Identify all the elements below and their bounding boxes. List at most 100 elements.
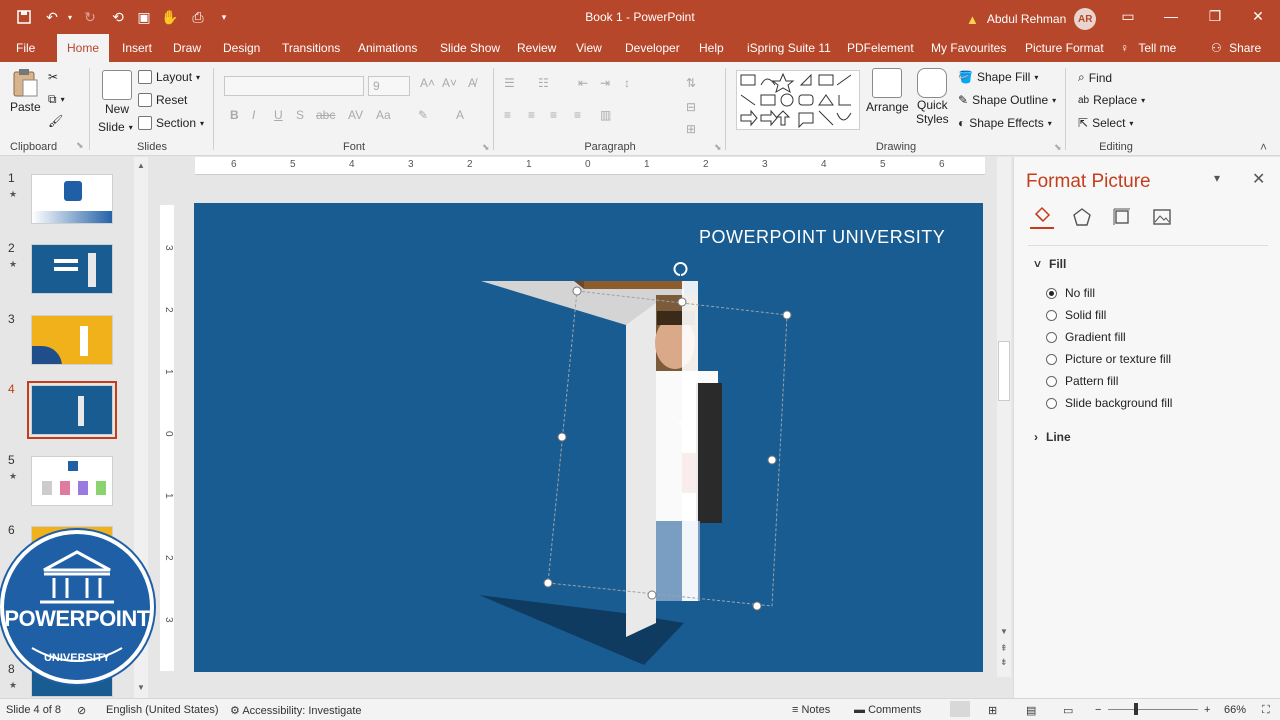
slide-thumb-3[interactable] xyxy=(31,315,113,365)
clear-formatting-icon[interactable]: A̸ xyxy=(468,76,476,90)
tab-ispring[interactable]: iSpring Suite 11 xyxy=(747,34,831,62)
pane-close-icon[interactable]: ✕ xyxy=(1252,169,1265,189)
slide-thumb-4[interactable] xyxy=(27,381,117,439)
effects-tab[interactable] xyxy=(1070,205,1094,229)
size-properties-tab[interactable] xyxy=(1110,205,1134,229)
fill-section-header[interactable]: ˅ Fill xyxy=(1034,257,1066,271)
tab-slide-show[interactable]: Slide Show xyxy=(440,34,500,62)
bold-icon[interactable]: B xyxy=(230,108,239,122)
spell-check-icon[interactable]: ⊘ xyxy=(77,704,86,717)
align-text-icon[interactable]: ⊟ xyxy=(686,100,696,114)
bullets-icon[interactable]: ☰ xyxy=(504,76,515,90)
tab-pdfelement[interactable]: PDFelement xyxy=(847,34,914,62)
text-direction-icon[interactable]: ⇅ xyxy=(686,76,696,90)
shape-fill-button[interactable]: 🪣 Shape Fill ▾ xyxy=(958,70,1038,84)
tab-my-favourites[interactable]: My Favourites xyxy=(931,34,1006,62)
accessibility-status[interactable]: ⚙ Accessibility: Investigate xyxy=(230,704,362,717)
change-case-icon[interactable]: Aa xyxy=(376,108,391,122)
tab-review[interactable]: Review xyxy=(517,34,556,62)
radio-circle[interactable] xyxy=(1046,331,1057,343)
customize-toolbar-icon[interactable]: ▾ xyxy=(214,8,234,26)
previous-slide-icon[interactable]: ⇞ xyxy=(1000,643,1008,654)
find-button[interactable]: ⌕ Find xyxy=(1078,70,1112,85)
ribbon-display-options-icon[interactable]: ▭ xyxy=(1115,6,1141,26)
line-spacing-icon[interactable]: ↕ xyxy=(624,76,630,90)
reading-view-icon[interactable]: ▤ xyxy=(1026,704,1036,717)
fill-option-radio[interactable]: Solid fill xyxy=(1046,308,1106,322)
collapse-ribbon-icon[interactable]: ˄ xyxy=(1260,140,1267,154)
columns-icon[interactable]: ▥ xyxy=(600,108,611,122)
fill-option-radio[interactable]: No fill xyxy=(1046,286,1095,300)
line-section-header[interactable]: › Line xyxy=(1034,430,1071,444)
tab-developer[interactable]: Developer xyxy=(625,34,680,62)
new-slide-button[interactable]: New xyxy=(102,70,132,116)
font-color-icon[interactable]: A xyxy=(456,108,464,122)
shapes-gallery[interactable] xyxy=(736,70,860,130)
shape-effects-button[interactable]: ◐ Shape Effects ▾ xyxy=(958,116,1052,130)
fill-line-tab[interactable] xyxy=(1030,205,1054,229)
paragraph-launcher-icon[interactable]: ⬊ xyxy=(714,142,722,153)
slide-scrollbar[interactable]: ▼ ⇞ ⇟ xyxy=(997,157,1011,677)
tab-draw[interactable]: Draw xyxy=(173,34,201,62)
redo-icon[interactable]: ↻ xyxy=(80,8,100,26)
fill-option-radio[interactable]: Picture or texture fill xyxy=(1046,352,1171,366)
minimize-button[interactable]: — xyxy=(1158,6,1184,26)
slide-counter[interactable]: Slide 4 of 8 xyxy=(6,704,61,716)
radio-circle[interactable] xyxy=(1046,287,1057,299)
radio-circle[interactable] xyxy=(1046,375,1057,387)
font-name-combo[interactable] xyxy=(224,76,364,96)
normal-view-icon[interactable] xyxy=(950,701,970,717)
tab-file[interactable]: File xyxy=(16,34,35,62)
layout-button[interactable]: Layout ▾ xyxy=(138,70,200,84)
language-status[interactable]: English (United States) xyxy=(106,704,219,716)
radio-circle[interactable] xyxy=(1046,353,1057,365)
tab-transitions[interactable]: Transitions xyxy=(282,34,340,62)
share-button[interactable]: ⚇ Share xyxy=(1211,34,1261,62)
close-button[interactable]: ✕ xyxy=(1245,6,1271,26)
drawing-launcher-icon[interactable]: ⬊ xyxy=(1054,142,1062,153)
zoom-in-icon[interactable]: + xyxy=(1204,704,1210,716)
strikethrough-icon[interactable]: abc xyxy=(316,108,335,122)
horizontal-ruler[interactable]: 6 5 4 3 2 1 0 1 2 3 4 5 6 xyxy=(195,157,985,175)
paste-button[interactable]: Paste xyxy=(10,68,41,114)
increase-font-icon[interactable]: A˄ xyxy=(420,76,435,90)
decrease-indent-icon[interactable]: ⇤ xyxy=(578,76,588,90)
new-slide-dropdown[interactable]: Slide ▾ xyxy=(98,120,133,134)
tell-me-search[interactable]: ♀ Tell me xyxy=(1120,34,1176,62)
arrange-button[interactable]: Arrange xyxy=(866,68,909,114)
vertical-ruler[interactable]: 3 2 1 0 1 2 3 xyxy=(160,205,174,671)
save-icon[interactable] xyxy=(14,8,34,26)
radio-circle[interactable] xyxy=(1046,397,1057,409)
increase-indent-icon[interactable]: ⇥ xyxy=(600,76,610,90)
select-button[interactable]: ⇱ Select ▾ xyxy=(1078,116,1133,130)
notes-button[interactable]: ≡ Notes xyxy=(792,704,830,716)
tab-design[interactable]: Design xyxy=(223,34,260,62)
radio-circle[interactable] xyxy=(1046,309,1057,321)
start-from-beginning-icon[interactable]: ⟲ xyxy=(108,8,128,26)
comments-button[interactable]: ▬ Comments xyxy=(854,704,921,716)
slide-sorter-icon[interactable]: ⊞ xyxy=(988,704,997,717)
tab-help[interactable]: Help xyxy=(699,34,724,62)
copy-icon[interactable]: ⧉ ▾ xyxy=(48,92,65,107)
justify-icon[interactable]: ≡ xyxy=(574,108,581,122)
fit-to-window-icon[interactable]: ⛶ xyxy=(1262,704,1270,717)
slide-canvas[interactable]: POWERPOINT UNIVERSITY ✥ xyxy=(194,203,983,672)
touch-mode-icon[interactable]: ✋ xyxy=(160,8,180,26)
undo-icon[interactable]: ↶ xyxy=(42,8,62,26)
decrease-font-icon[interactable]: A˅ xyxy=(442,76,457,90)
present-icon[interactable]: ▣ xyxy=(134,8,154,26)
replace-button[interactable]: ab Replace ▾ xyxy=(1078,93,1145,107)
clipboard-launcher-icon[interactable]: ⬊ xyxy=(76,140,84,151)
character-spacing-icon[interactable]: AV xyxy=(348,108,363,122)
undo-dropdown-icon[interactable]: ▾ xyxy=(60,8,80,26)
shadow-icon[interactable]: S xyxy=(296,108,304,122)
tab-animations[interactable]: Animations xyxy=(358,34,417,62)
font-launcher-icon[interactable]: ⬊ xyxy=(482,142,490,153)
slideshow-view-icon[interactable]: ▭ xyxy=(1063,704,1073,717)
tab-picture-format[interactable]: Picture Format xyxy=(1025,34,1104,62)
numbering-icon[interactable]: ☷ xyxy=(538,76,549,90)
section-button[interactable]: Section ▾ xyxy=(138,116,204,130)
cut-icon[interactable]: ✂ xyxy=(48,70,58,84)
slide-thumb-5[interactable] xyxy=(31,456,113,506)
door-picture[interactable] xyxy=(194,203,983,672)
